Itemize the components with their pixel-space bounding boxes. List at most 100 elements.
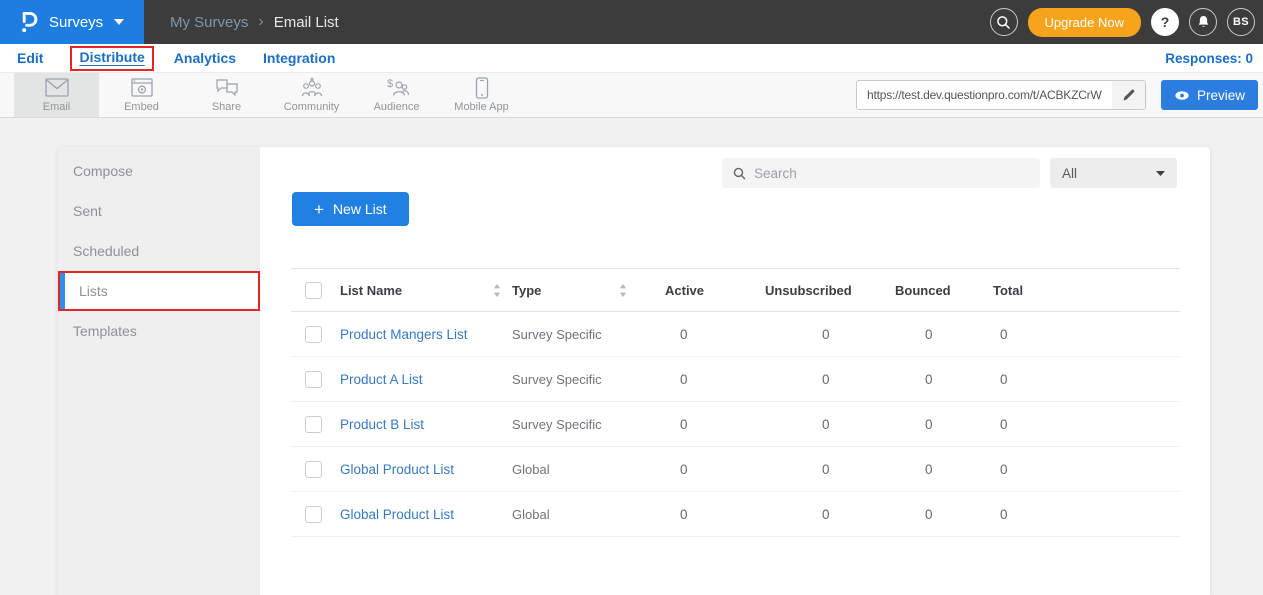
tab-analytics[interactable]: Analytics [174, 50, 236, 66]
lists-table: List Name Type Active Unsubsc [291, 268, 1180, 537]
community-icon [298, 77, 326, 99]
channel-share-label: Share [212, 101, 241, 113]
active-count: 0 [635, 417, 735, 432]
search-button[interactable] [990, 8, 1018, 36]
table-header-row: List Name Type Active Unsubsc [291, 268, 1180, 312]
table-row: Product Mangers List Survey Specific 0 0… [291, 312, 1180, 357]
product-switcher[interactable]: Surveys [0, 0, 144, 44]
responses-count[interactable]: Responses: 0 [1165, 51, 1263, 66]
table-body: Product Mangers List Survey Specific 0 0… [291, 312, 1180, 537]
column-unsubscribed: Unsubscribed [735, 283, 865, 298]
search-input[interactable] [754, 166, 1014, 181]
row-checkbox[interactable] [305, 461, 322, 478]
upgrade-now-button[interactable]: Upgrade Now [1028, 8, 1142, 37]
header-actions: Upgrade Now ? BS [990, 8, 1263, 37]
total-count: 0 [965, 327, 1180, 342]
edit-url-button[interactable] [1112, 81, 1145, 109]
sort-icon[interactable] [619, 284, 627, 297]
new-list-button[interactable]: + New List [292, 192, 409, 226]
channel-community[interactable]: Community [269, 73, 354, 117]
list-type-filter[interactable]: All [1050, 158, 1177, 188]
row-checkbox[interactable] [305, 506, 322, 523]
list-type: Survey Specific [512, 372, 602, 387]
column-type[interactable]: Type [512, 283, 541, 298]
share-icon [214, 77, 240, 99]
email-icon [43, 77, 71, 99]
avatar-initials: BS [1233, 16, 1249, 28]
sidebar-item-lists[interactable]: Lists [58, 271, 260, 311]
channel-community-label: Community [284, 101, 340, 113]
search-box[interactable] [722, 158, 1040, 188]
bounced-count: 0 [865, 417, 965, 432]
unsubscribed-count: 0 [735, 417, 865, 432]
email-sidebar: Compose Sent Scheduled Lists Templates [58, 147, 260, 595]
channel-email[interactable]: Email [14, 73, 99, 117]
preview-button[interactable]: Preview [1161, 80, 1258, 110]
select-all-checkbox[interactable] [305, 282, 322, 299]
list-name-link[interactable]: Global Product List [340, 507, 454, 522]
sidebar-item-compose[interactable]: Compose [58, 151, 260, 191]
new-list-button-label: New List [333, 201, 387, 217]
plus-icon: + [314, 201, 324, 218]
column-bounced: Bounced [865, 283, 965, 298]
bounced-count: 0 [865, 462, 965, 477]
channel-embed[interactable]: Embed [99, 73, 184, 117]
list-type: Survey Specific [512, 417, 602, 432]
total-count: 0 [965, 507, 1180, 522]
top-header: Surveys My Surveys › Email List Upgrade … [0, 0, 1263, 44]
product-switcher-label: Surveys [49, 14, 103, 31]
total-count: 0 [965, 372, 1180, 387]
email-lists-card: Compose Sent Scheduled Lists Templates [58, 147, 1210, 595]
notifications-button[interactable] [1189, 8, 1217, 36]
tab-integration[interactable]: Integration [263, 50, 335, 66]
mobile-app-icon [475, 77, 489, 99]
channel-audience[interactable]: $ Audience [354, 73, 439, 117]
list-type: Survey Specific [512, 327, 602, 342]
sidebar-item-sent[interactable]: Sent [58, 191, 260, 231]
breadcrumb-parent[interactable]: My Surveys [170, 14, 248, 31]
bounced-count: 0 [865, 507, 965, 522]
row-checkbox[interactable] [305, 416, 322, 433]
unsubscribed-count: 0 [735, 372, 865, 387]
channel-share[interactable]: Share [184, 73, 269, 117]
list-name-link[interactable]: Global Product List [340, 462, 454, 477]
list-name-link[interactable]: Product A List [340, 372, 423, 387]
preview-button-label: Preview [1197, 88, 1245, 103]
sidebar-item-scheduled[interactable]: Scheduled [58, 231, 260, 271]
survey-url-field[interactable]: https://test.dev.questionpro.com/t/ACBKZ… [856, 80, 1146, 110]
channel-email-label: Email [43, 101, 71, 113]
user-avatar[interactable]: BS [1227, 8, 1255, 36]
tab-distribute[interactable]: Distribute [79, 49, 144, 65]
eye-icon [1174, 90, 1190, 101]
breadcrumb: My Surveys › Email List [170, 14, 339, 31]
survey-url-text: https://test.dev.questionpro.com/t/ACBKZ… [857, 88, 1112, 102]
bounced-count: 0 [865, 327, 965, 342]
lists-panel: All + New List List Name [260, 147, 1210, 595]
svg-text:$: $ [387, 78, 393, 90]
questionpro-logo-icon [17, 10, 40, 34]
tab-edit[interactable]: Edit [17, 50, 43, 66]
survey-tab-bar: Edit Distribute Analytics Integration Re… [0, 44, 1263, 73]
page-background: Compose Sent Scheduled Lists Templates [0, 147, 1263, 595]
table-row: Product A List Survey Specific 0 0 0 0 [291, 357, 1180, 402]
list-name-link[interactable]: Product Mangers List [340, 327, 468, 342]
sidebar-item-templates[interactable]: Templates [58, 311, 260, 351]
row-checkbox[interactable] [305, 371, 322, 388]
unsubscribed-count: 0 [735, 327, 865, 342]
total-count: 0 [965, 462, 1180, 477]
list-controls-row: All [260, 147, 1210, 188]
sort-icon[interactable] [493, 284, 501, 297]
breadcrumb-current: Email List [274, 14, 339, 31]
row-checkbox[interactable] [305, 326, 322, 343]
bell-icon [1196, 14, 1211, 30]
channel-mobile-app[interactable]: Mobile App [439, 73, 524, 117]
help-button[interactable]: ? [1151, 8, 1179, 36]
list-type: Global [512, 462, 550, 477]
filter-value: All [1062, 166, 1077, 181]
channel-audience-label: Audience [374, 101, 420, 113]
bounced-count: 0 [865, 372, 965, 387]
channel-embed-label: Embed [124, 101, 159, 113]
list-name-link[interactable]: Product B List [340, 417, 424, 432]
audience-icon: $ [383, 77, 411, 99]
column-list-name[interactable]: List Name [340, 283, 402, 298]
